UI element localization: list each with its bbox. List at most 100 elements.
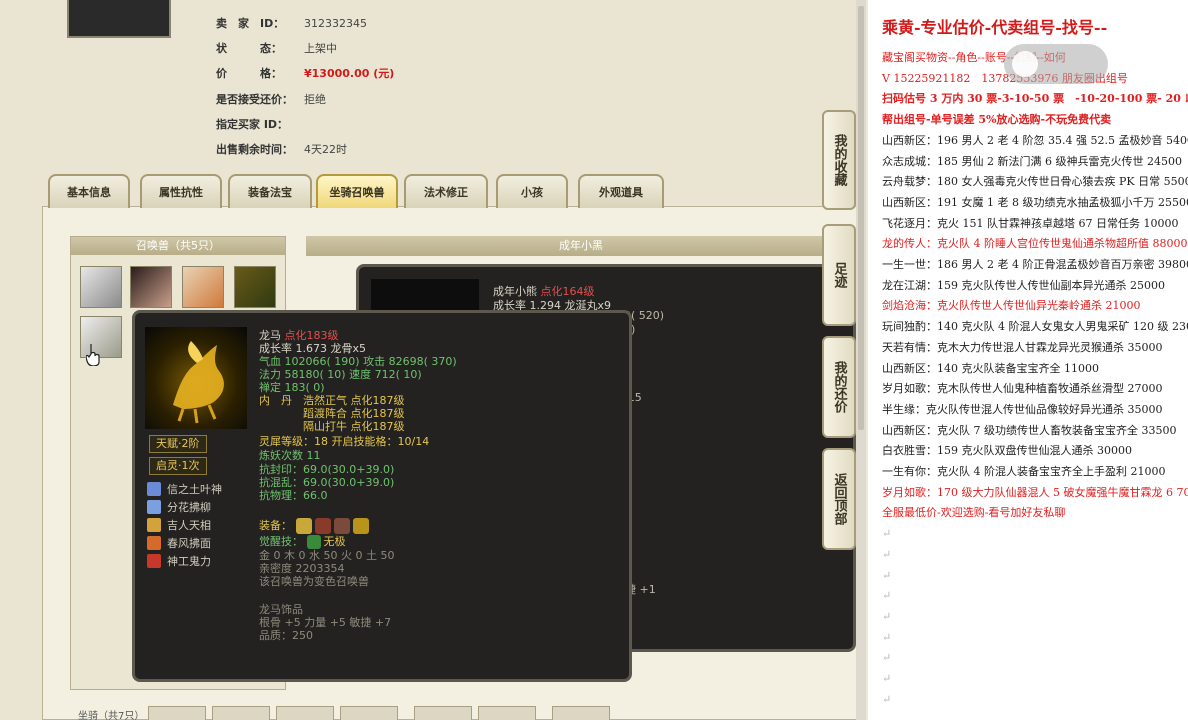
pet-growth: 成长率 1.673 龙骨x5 [259,342,366,355]
pet-skill[interactable]: 神工鬼力 [147,553,211,569]
pet-equipment-line: 装备： [259,518,372,534]
pet-shipin-quality: 品质：250 [259,629,313,642]
pet-skill[interactable]: 信之土叶神 [147,481,222,497]
equip-slot-icon[interactable] [295,518,312,534]
skill-icon [147,482,161,496]
sudu-label: 速度 [349,368,372,381]
pet-list-title: 召唤兽（共5只） [71,237,285,255]
pet-thumb-fox[interactable] [182,266,224,308]
juexing-value: 无极 [323,535,346,548]
skill-icon [147,536,161,550]
juexing-icon [306,535,321,549]
bargain-value: 拒绝 [304,93,326,106]
mount-tab[interactable] [552,706,610,720]
pet-qixue-line: 气血 102066( 190) 攻击 82698( 370) [259,355,457,368]
tab-basic-info[interactable]: 基本信息 [48,174,130,208]
skill-icon [147,500,161,514]
note-line: 岁月如歌：170 级大力队仙器混人 5 破女魔强牛魔甘霖龙 6 7000 [882,485,1188,499]
my-favorites-label: 我的收藏 [831,134,847,186]
sudu-value: 712( 10) [374,368,422,381]
tab-attributes[interactable]: 属性抗性 [140,174,222,208]
mount-count-label: 坐骑（共7只） [78,711,145,720]
note-line: 山西新区：191 女魔 1 老 8 级功绩克水抽孟极狐小千万 25500 [882,195,1188,209]
hand-cursor-icon [86,344,100,366]
pet-rank: 点化183级 [284,329,339,342]
my-favorites-button[interactable]: 我的收藏 [822,110,856,210]
equip-slot-icon[interactable] [333,518,350,534]
pet-dingding: 禅定 183( 0) [259,381,325,394]
paragraph-mark: ↵ [882,547,892,561]
pet-bianse: 该召唤兽为变色召唤兽 [259,575,369,588]
mount-tab[interactable] [478,706,536,720]
skill-name: 神工鬼力 [167,555,211,568]
skill-icon [147,518,161,532]
price-value: ¥13000.00 (元) [304,67,395,80]
pet-neidan-3: 隔山打牛 点化187级 [303,420,405,433]
mount-tab[interactable] [276,706,334,720]
note-line: 龙的传人：克火队 4 阶睡人宫位传世鬼仙通杀物超所值 88000 [882,237,1188,251]
qixue-value: 102066( 190) [284,355,360,368]
pet-thumb-girl[interactable] [130,266,172,308]
pet-skill[interactable]: 吉人天相 [147,517,211,533]
notes-title: 乘黄-专业估价-代卖组号-找号-- [882,18,1108,37]
pet-neidan-label: 内 丹 [259,394,292,407]
note-line: 岁月如歌：克木队传世人仙鬼种植畜牧通杀丝滑型 27000 [882,382,1163,396]
skill-name: 分花拂柳 [167,501,211,514]
note-line: 云舟载梦：180 女人强毒克火传世日骨心猿去疾 PK 日常 55000 [882,175,1188,189]
tab-mounts-pets[interactable]: 坐骑召唤兽 [316,174,398,208]
seller-id-row: 卖 家 ID： 312332345 [216,15,367,31]
price-row: 价 格： ¥13000.00 (元) [216,65,394,81]
tab-children[interactable]: 小孩 [496,174,568,208]
dragon-horse-figure [173,341,224,424]
mount-tab[interactable] [340,706,398,720]
watermark-logo-icon [1012,51,1038,77]
note-line: 全服最低价-欢迎选购-看号加好友私聊 [882,506,1066,520]
back-to-top-button[interactable]: 返回顶部 [822,448,856,550]
game-listing-panel: 卖 家 ID： 312332345 状 态： 上架中 价 格： ¥13000.00 (… [0,0,860,720]
my-bargains-button[interactable]: 我的还价 [822,336,856,438]
equip-slot-icon[interactable] [352,518,369,534]
time-left-row: 出售剩余时间： 4天22时 [216,141,347,157]
qixue-label: 气血 [259,355,281,368]
mount-tab[interactable] [414,706,472,720]
fali-label: 法力 [259,368,281,381]
footprints-button[interactable]: 足迹 [822,224,856,326]
bargain-row: 是否接受还价： 拒绝 [216,91,326,107]
character-avatar [67,0,171,38]
equip-slot-icon[interactable] [314,518,331,534]
note-line: 帮出组号-单号误差 5%放心选购-不玩免费代卖 [882,113,1112,127]
footprints-label: 足迹 [831,262,847,288]
pet-wuxing: 金 0 木 0 水 50 火 0 土 50 [259,549,395,562]
note-line: 扫码估号 3 万内 30 票-3-10-50 票 -10-20-100 票- 2… [882,92,1188,106]
pet-skill[interactable]: 分花拂柳 [147,499,211,515]
pet-linghe: 灵犀等级：18 开启技能格：10/14 [259,435,430,448]
note-line: 众志成城：185 男仙 2 新法门满 6 级神兵雷克火传世 24500 [882,154,1182,168]
qiling-badge: 启灵·1次 [149,457,207,475]
pet-kang-hunluan: 抗混乱：69.0(30.0+39.0) [259,476,395,489]
time-left-label: 出售剩余时间： [216,143,293,156]
paragraph-mark: ↵ [882,672,892,686]
note-line: 一生有你：克火队 4 阶混人装备宝宝齐全上手盈利 21000 [882,465,1166,479]
tab-appearance[interactable]: 外观道具 [578,174,664,208]
note-line: 山西新区：196 男人 2 老 4 阶忽 35.4 强 52.5 孟极妙音 54… [882,133,1188,147]
gongji-label: 攻击 [363,355,386,368]
pet-neidan-2: 蹈渡阵合 点化187级 [303,407,405,420]
tab-spell-correction[interactable]: 法术修正 [404,174,488,208]
mount-tab[interactable] [212,706,270,720]
tab-equipment[interactable]: 装备法宝 [228,174,312,208]
note-line: 一生一世：186 男人 2 老 4 阶正骨混孟极妙音百万亲密 39800 [882,258,1188,272]
back-to-top-label: 返回顶部 [831,473,847,525]
pet-detail-tooltip: 龙马 点化183级 成长率 1.673 龙骨x5 气血 102066( 190)… [132,310,632,682]
talent-badge: 天赋·2阶 [149,435,207,453]
note-line: 白衣胜雪：159 克火队双盘传世仙混人通杀 30000 [882,444,1132,458]
pet-thumb-white-beast[interactable] [80,266,122,308]
mount-tab[interactable] [148,706,206,720]
note-line: 半生缘：克火队传世混人传世仙品像较好异光通杀 35000 [882,402,1163,416]
pet-skill[interactable]: 春风拂面 [147,535,211,551]
pet-thumb-warrior[interactable] [234,266,276,308]
buyer-row: 指定买家 ID： [216,116,304,132]
page-scrollbar-thumb[interactable] [858,6,864,430]
bargain-label: 是否接受还价： [216,93,293,106]
note-line: 玩间独酌：140 克火队 4 阶混人女鬼女人男鬼采矿 120 级 23000 [882,320,1188,334]
paragraph-mark: ↵ [882,568,892,582]
